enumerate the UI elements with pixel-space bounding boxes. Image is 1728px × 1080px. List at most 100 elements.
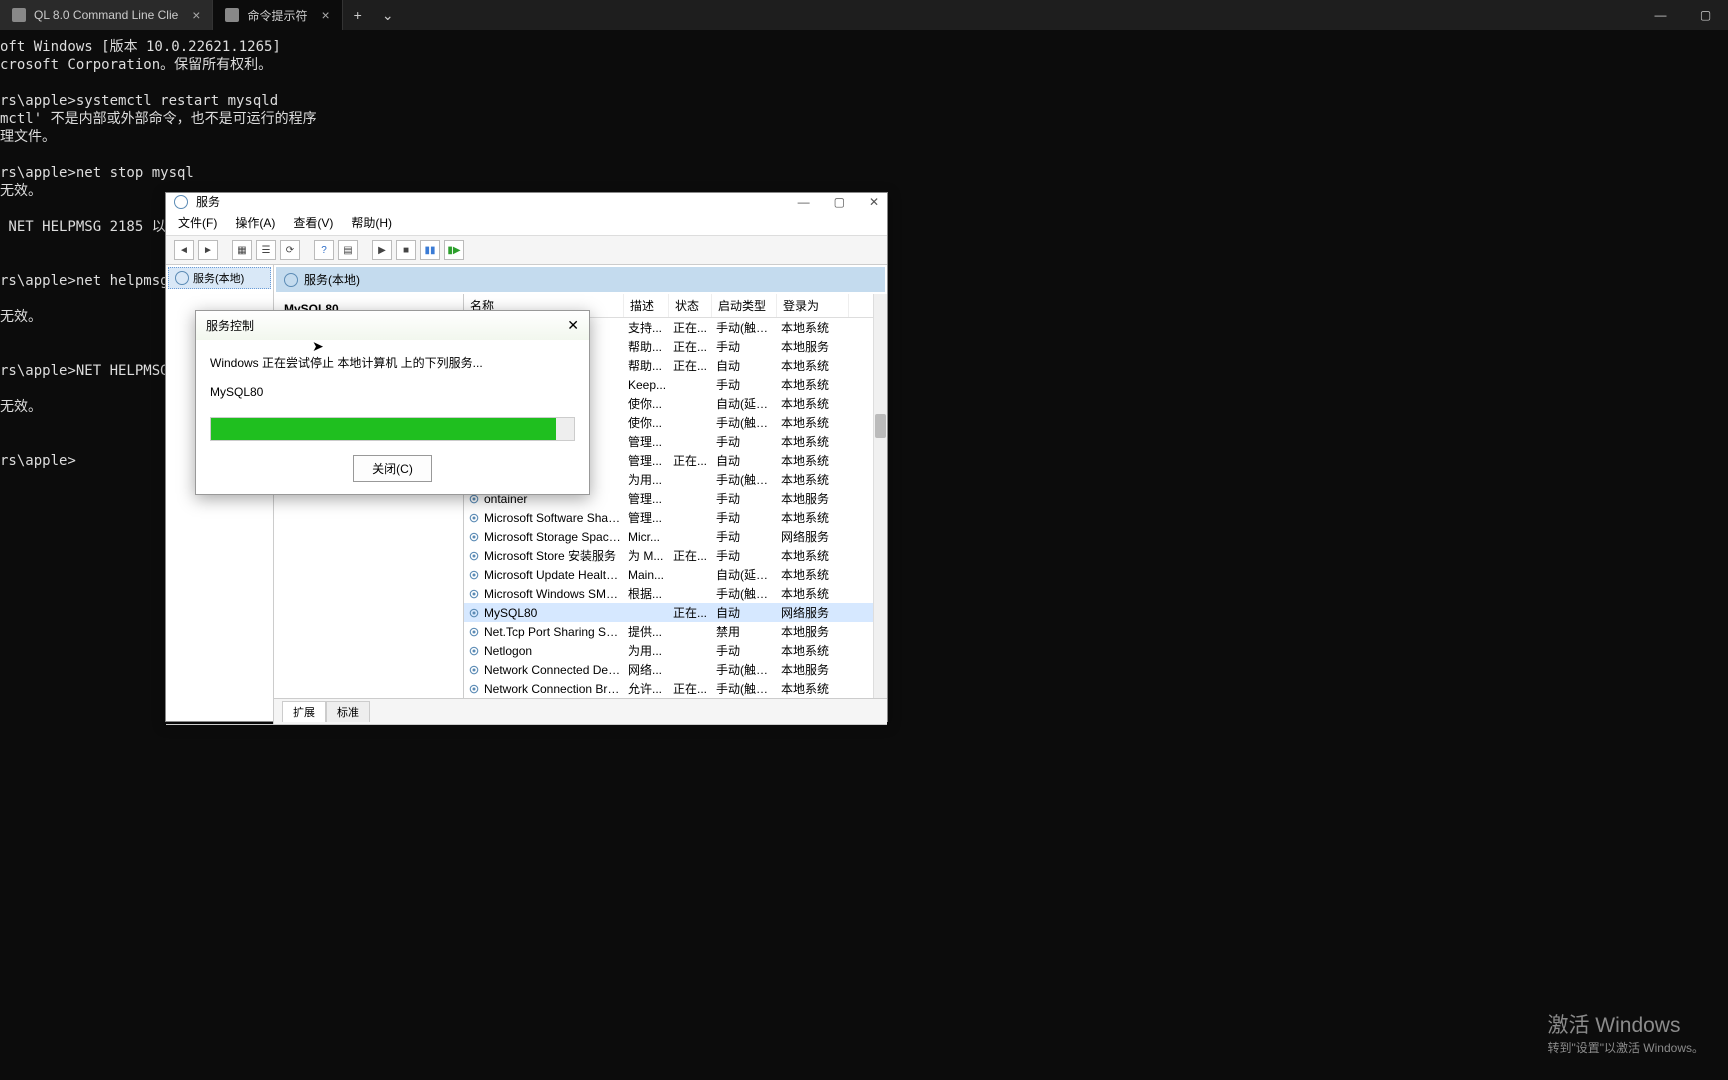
tab-cmd[interactable]: 命令提示符 × [213, 0, 342, 30]
col-desc[interactable]: 描述 [624, 294, 669, 317]
restart-button[interactable]: ▮▶ [444, 240, 464, 260]
cell-logon: 本地系统 [781, 566, 853, 583]
cell-status: 正在... [673, 604, 716, 621]
cell-name: Microsoft Store 安装服务 [484, 547, 628, 564]
watermark-subtitle: 转到"设置"以激活 Windows。 [1547, 1039, 1704, 1056]
cell-desc: Main... [628, 568, 673, 582]
help-button[interactable]: ? [314, 240, 334, 260]
cell-startup: 手动 [716, 376, 781, 393]
cell-startup: 自动(延迟... [716, 566, 781, 583]
maximize-button[interactable]: ▢ [1683, 0, 1728, 30]
cell-desc: Keep... [628, 378, 673, 392]
services-header: 服务(本地) [276, 267, 885, 292]
scrollbar-thumb[interactable] [875, 414, 886, 438]
dialog-titlebar[interactable]: 服务控制 ✕ [196, 311, 589, 340]
tab-mysql-cli[interactable]: QL 8.0 Command Line Clie × [0, 0, 213, 30]
cell-startup: 手动(触发... [716, 680, 781, 697]
table-row[interactable]: Microsoft Store 安装服务为 M...正在...手动本地系统 [464, 546, 887, 565]
cell-desc: 管理... [628, 509, 673, 526]
table-row[interactable]: Microsoft Update Health S...Main... 自动(延迟… [464, 565, 887, 584]
stop-button[interactable]: ■ [396, 240, 416, 260]
cell-logon: 本地系统 [781, 433, 853, 450]
back-button[interactable]: ◄ [174, 240, 194, 260]
cell-name: Net.Tcp Port Sharing Service [484, 625, 628, 639]
cell-logon: 本地服务 [781, 623, 853, 640]
close-icon[interactable]: × [322, 7, 330, 23]
menu-file[interactable]: 文件(F) [178, 214, 217, 231]
cell-name: Microsoft Storage Spaces S... [484, 530, 628, 544]
cell-startup: 手动 [716, 490, 781, 507]
table-row[interactable]: MySQL80正在...自动网络服务 [464, 603, 887, 622]
cell-desc: 为 M... [628, 547, 673, 564]
cell-logon: 本地服务 [781, 338, 853, 355]
cell-logon: 本地系统 [781, 414, 853, 431]
gear-icon [468, 626, 480, 638]
table-row[interactable]: Net.Tcp Port Sharing Service提供...禁用本地服务 [464, 622, 887, 641]
services-view-tabs: 扩展 标准 [274, 698, 887, 724]
tab-standard[interactable]: 标准 [326, 701, 370, 722]
cell-name: Microsoft Update Health S... [484, 568, 628, 582]
cell-startup: 手动 [716, 433, 781, 450]
progress-fill [211, 418, 556, 440]
table-row[interactable]: Netlogon为用...手动本地系统 [464, 641, 887, 660]
table-row[interactable]: Microsoft Software Shado...管理...手动本地系统 [464, 508, 887, 527]
cell-desc: 提供... [628, 623, 673, 640]
close-icon[interactable]: × [192, 7, 200, 23]
close-icon[interactable]: ✕ [567, 317, 579, 334]
gear-icon [175, 271, 189, 285]
cell-name: Network Connected Devic... [484, 663, 628, 677]
watermark-title: 激活 Windows [1547, 1009, 1704, 1039]
table-row[interactable]: Microsoft Windows SMS 路...根据... 手动(触发...本… [464, 584, 887, 603]
gear-icon [468, 531, 480, 543]
col-logon[interactable]: 登录为 [777, 294, 849, 317]
cell-logon: 本地系统 [781, 642, 853, 659]
forward-button[interactable]: ► [198, 240, 218, 260]
cell-status: 正在... [673, 319, 716, 336]
cell-startup: 手动(触发... [716, 585, 781, 602]
cell-logon: 本地系统 [781, 319, 853, 336]
cell-desc: 帮助... [628, 338, 673, 355]
col-startup[interactable]: 启动类型 [712, 294, 777, 317]
cell-startup: 手动 [716, 642, 781, 659]
toolbar-btn[interactable]: ☰ [256, 240, 276, 260]
toolbar-btn[interactable]: ▦ [232, 240, 252, 260]
cell-desc: 网络... [628, 661, 673, 678]
add-tab-button[interactable]: + [343, 0, 373, 30]
table-row[interactable]: Microsoft Storage Spaces S...Micr...手动网络… [464, 527, 887, 546]
cell-desc: 使你... [628, 414, 673, 431]
tab-dropdown-icon[interactable]: ⌄ [373, 0, 403, 30]
table-row[interactable]: Network Connection Broker允许...正在...手动(触发… [464, 679, 887, 698]
toolbar-btn[interactable]: ▤ [338, 240, 358, 260]
status-bar [166, 724, 887, 725]
services-titlebar[interactable]: 服务 — ▢ ✕ [166, 193, 887, 210]
progress-bar [210, 417, 575, 441]
close-button[interactable]: 关闭(C) [353, 455, 432, 482]
refresh-button[interactable]: ⟳ [280, 240, 300, 260]
cell-startup: 手动 [716, 547, 781, 564]
col-status[interactable]: 状态 [669, 294, 712, 317]
maximize-button[interactable]: ▢ [834, 195, 845, 209]
cell-desc: 根据... [628, 585, 673, 602]
minimize-button[interactable]: — [1638, 0, 1683, 30]
menu-help[interactable]: 帮助(H) [351, 214, 392, 231]
cell-name: Netlogon [484, 644, 628, 658]
close-button[interactable]: ✕ [869, 195, 879, 209]
menu-action[interactable]: 操作(A) [235, 214, 275, 231]
table-row[interactable]: Network Connected Devic...网络...手动(触发...本… [464, 660, 887, 679]
tree-item-services-local[interactable]: 服务(本地) [168, 267, 271, 289]
tab-extended[interactable]: 扩展 [282, 701, 326, 722]
cell-desc: 管理... [628, 433, 673, 450]
scrollbar[interactable] [873, 294, 887, 698]
minimize-button[interactable]: — [798, 195, 810, 209]
cell-logon: 本地系统 [781, 585, 853, 602]
gear-icon [468, 683, 480, 695]
cell-name: Microsoft Windows SMS 路... [484, 585, 628, 602]
cell-status: 正在... [673, 547, 716, 564]
play-button[interactable]: ▶ [372, 240, 392, 260]
menu-view[interactable]: 查看(V) [293, 214, 333, 231]
tab-icon [225, 8, 239, 22]
tree-label: 服务(本地) [193, 270, 244, 286]
cell-logon: 本地系统 [781, 452, 853, 469]
pause-button[interactable]: ▮▮ [420, 240, 440, 260]
gear-icon [468, 512, 480, 524]
